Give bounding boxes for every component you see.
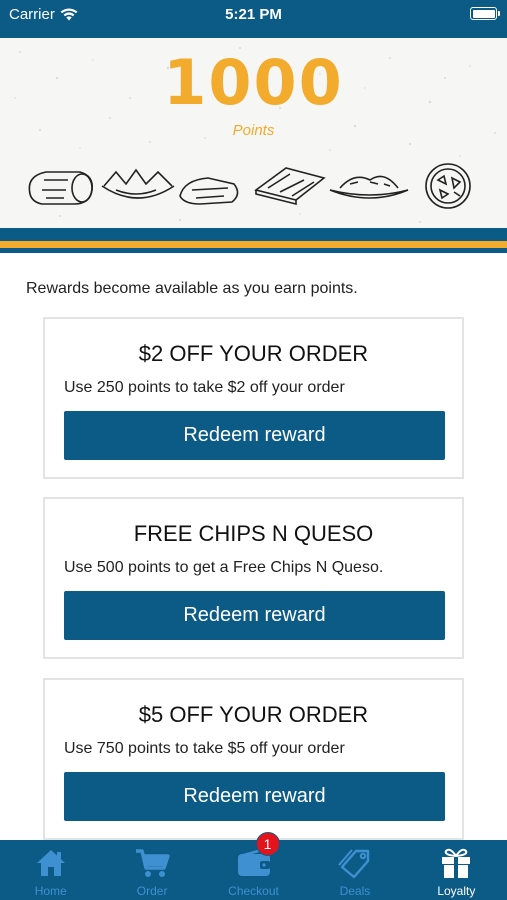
tab-order[interactable]: Order bbox=[101, 840, 202, 900]
quesadilla-icon bbox=[254, 167, 326, 206]
gift-icon bbox=[442, 848, 471, 878]
checkout-badge: 1 bbox=[255, 832, 280, 856]
home-icon bbox=[36, 850, 65, 876]
nachos-icon bbox=[101, 168, 175, 199]
points-label: Points bbox=[232, 122, 275, 139]
food-illustrations bbox=[28, 163, 471, 209]
cart-icon bbox=[136, 849, 170, 877]
burrito-icon bbox=[28, 171, 94, 205]
reward-title: $5 OFF YOUR ORDER bbox=[138, 702, 369, 727]
reward-description: Use 750 points to take $5 off your order bbox=[64, 740, 345, 757]
tab-checkout[interactable]: 1 Checkout bbox=[203, 832, 304, 900]
redeem-reward-button[interactable]: Redeem reward bbox=[64, 772, 445, 821]
tab-label: Order bbox=[136, 884, 168, 898]
reward-description: Use 250 points to take $2 off your order bbox=[64, 379, 345, 396]
tab-loyalty[interactable]: Loyalty bbox=[406, 840, 507, 900]
battery-icon bbox=[470, 7, 500, 20]
wrap-icon bbox=[179, 177, 239, 205]
tab-home[interactable]: Home bbox=[0, 840, 101, 900]
redeem-reward-button[interactable]: Redeem reward bbox=[64, 411, 445, 460]
reward-card: FREE CHIPS N QUESO Use 500 points to get… bbox=[43, 497, 464, 659]
tab-label: Deals bbox=[339, 884, 371, 898]
bottom-tab-bar: Home Order 1 Checkout Deals Loyalty bbox=[0, 832, 507, 900]
points-hero: 1000 Points bbox=[0, 38, 507, 228]
redeem-reward-button[interactable]: Redeem reward bbox=[64, 591, 445, 640]
stripe-divider-gold bbox=[0, 241, 507, 248]
stripe-divider bbox=[0, 228, 507, 241]
tag-icon bbox=[338, 849, 370, 879]
points-value: 1000 bbox=[163, 46, 344, 119]
rewards-intro: Rewards become available as you earn poi… bbox=[26, 280, 358, 297]
reward-description: Use 500 points to get a Free Chips N Que… bbox=[64, 559, 384, 576]
status-bar: Carrier 5:21 PM bbox=[0, 0, 507, 38]
status-time: 5:21 PM bbox=[225, 6, 282, 23]
tab-deals[interactable]: Deals bbox=[304, 840, 405, 900]
stripe-divider-bottom bbox=[0, 248, 507, 253]
tab-label: Home bbox=[34, 884, 67, 898]
reward-card: $2 OFF YOUR ORDER Use 250 points to take… bbox=[43, 317, 464, 479]
reward-card: $5 OFF YOUR ORDER Use 750 points to take… bbox=[43, 678, 464, 840]
salad-dish-icon bbox=[329, 175, 409, 199]
bowl-icon bbox=[425, 163, 471, 209]
tab-label: Loyalty bbox=[437, 884, 476, 898]
tab-label: Checkout bbox=[228, 884, 279, 898]
reward-title: $2 OFF YOUR ORDER bbox=[138, 341, 369, 366]
reward-title: FREE CHIPS N QUESO bbox=[133, 521, 374, 546]
